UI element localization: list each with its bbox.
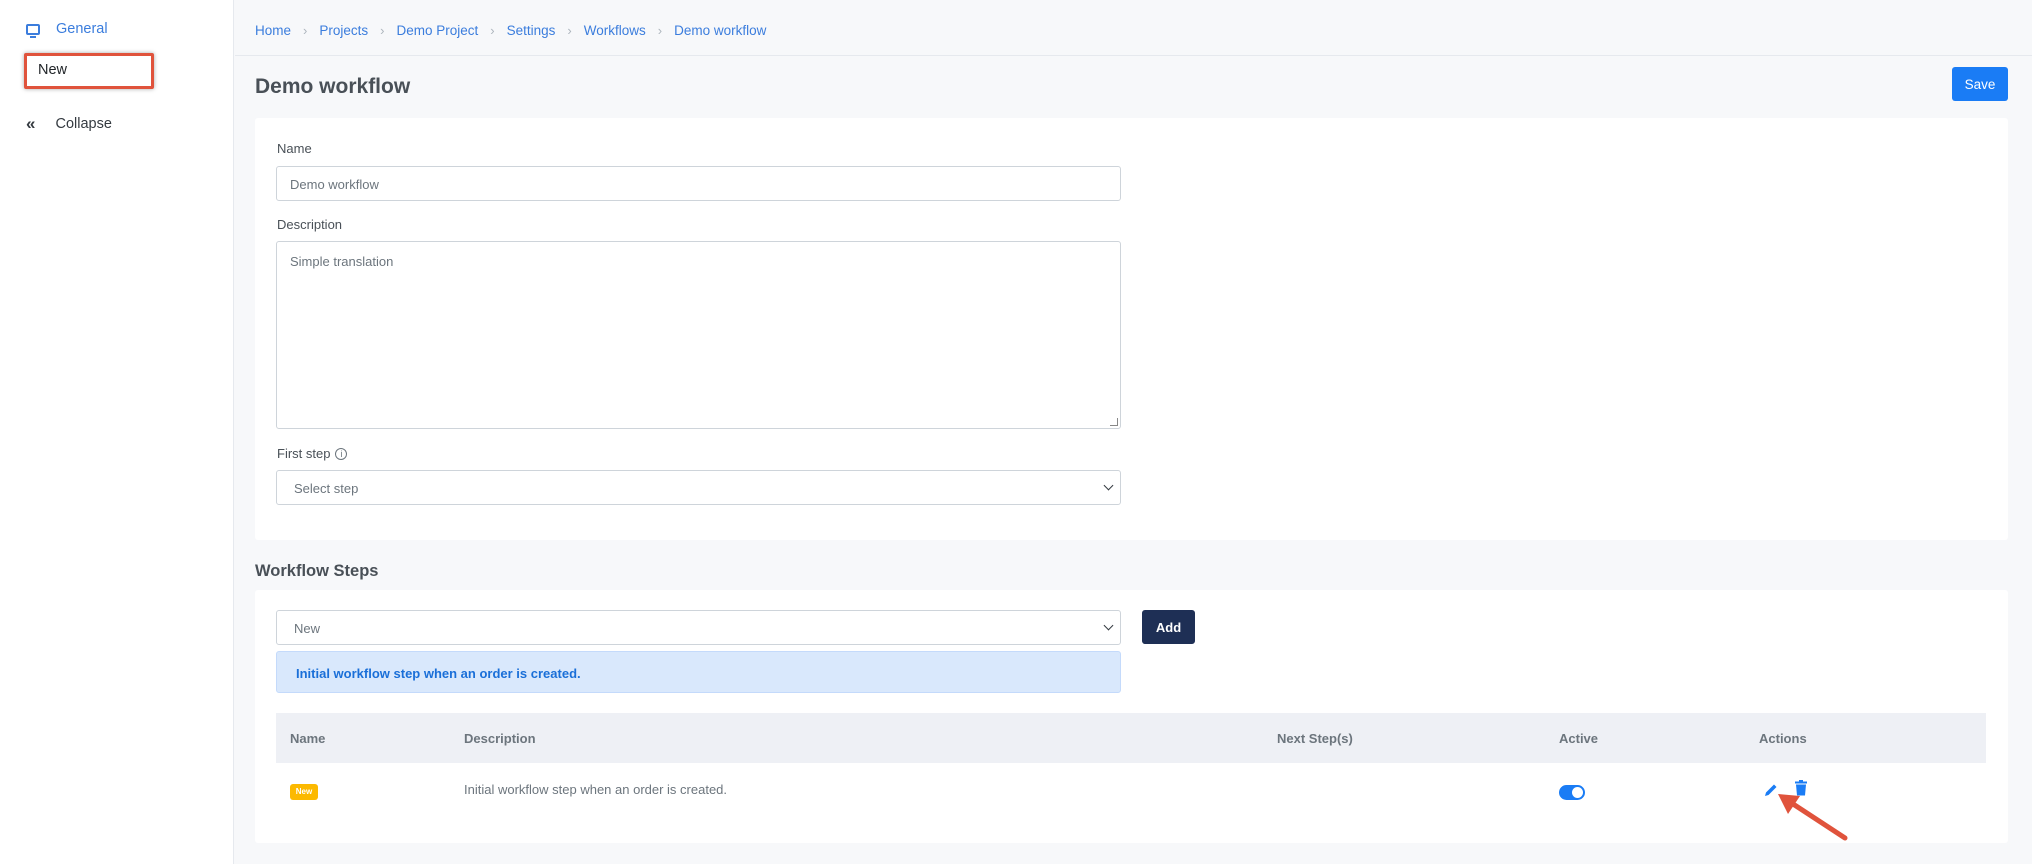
resize-handle-icon[interactable]	[1110, 418, 1118, 426]
add-step-button[interactable]: Add	[1142, 610, 1195, 644]
name-label: Name	[277, 141, 312, 156]
column-header-description: Description	[464, 731, 536, 746]
first-step-label: First step i	[277, 446, 348, 461]
step-name-badge: New	[290, 784, 318, 800]
chevron-down-icon	[1103, 480, 1114, 491]
description-value: Simple translation	[290, 254, 394, 269]
table-header: Name Description Next Step(s) Active Act…	[276, 713, 1986, 763]
info-icon[interactable]: i	[335, 447, 348, 460]
monitor-icon	[26, 23, 40, 38]
breadcrumb-settings[interactable]: Settings	[507, 23, 556, 38]
sidebar-item-label: New	[38, 62, 68, 78]
first-step-label-text: First step	[277, 446, 331, 461]
description-label: Description	[277, 217, 343, 232]
breadcrumb-workflows[interactable]: Workflows	[584, 23, 646, 38]
breadcrumb: Home › Projects › Demo Project › Setting…	[255, 23, 766, 38]
step-select-value: New	[294, 621, 321, 636]
double-chevron-left-icon: «	[26, 114, 36, 133]
first-step-value: Select step	[294, 481, 359, 496]
breadcrumb-demo-project[interactable]: Demo Project	[396, 23, 478, 38]
chevron-right-icon: ›	[303, 23, 308, 38]
active-toggle[interactable]	[1559, 785, 1585, 800]
sidebar-collapse-button[interactable]: « Collapse	[26, 114, 112, 134]
step-info-alert: Initial workflow step when an order is c…	[276, 651, 1121, 693]
breadcrumb-projects[interactable]: Projects	[319, 23, 368, 38]
column-header-name: Name	[290, 731, 326, 746]
column-header-next-steps: Next Step(s)	[1277, 731, 1353, 746]
sidebar: General New « Collapse	[0, 0, 234, 864]
sidebar-item-label: Collapse	[55, 116, 112, 132]
first-step-select[interactable]: Select step	[276, 470, 1121, 505]
column-header-active: Active	[1559, 731, 1599, 746]
page-title: Demo workflow	[255, 75, 411, 98]
sidebar-item-label: General	[56, 21, 108, 37]
step-description: Initial workflow step when an order is c…	[464, 782, 728, 797]
chevron-right-icon: ›	[490, 23, 495, 38]
breadcrumb-home[interactable]: Home	[255, 23, 291, 38]
name-input[interactable]: Demo workflow	[276, 166, 1121, 201]
description-textarea[interactable]: Simple translation	[276, 241, 1121, 429]
sidebar-item-new[interactable]: New	[24, 53, 154, 89]
topbar: Home › Projects › Demo Project › Setting…	[235, 0, 2032, 56]
sidebar-item-general[interactable]: General	[26, 21, 108, 38]
workflow-steps-title: Workflow Steps	[255, 562, 379, 580]
chevron-right-icon: ›	[657, 23, 663, 38]
breadcrumb-demo-workflow[interactable]: Demo workflow	[674, 23, 766, 38]
chevron-right-icon: ›	[380, 23, 385, 38]
chevron-right-icon: ›	[567, 23, 572, 38]
step-select[interactable]: New	[276, 610, 1121, 645]
annotation-arrow-icon	[1778, 794, 1848, 841]
chevron-down-icon	[1103, 620, 1114, 631]
column-header-actions: Actions	[1759, 731, 1807, 746]
save-button[interactable]: Save	[1952, 67, 2008, 101]
